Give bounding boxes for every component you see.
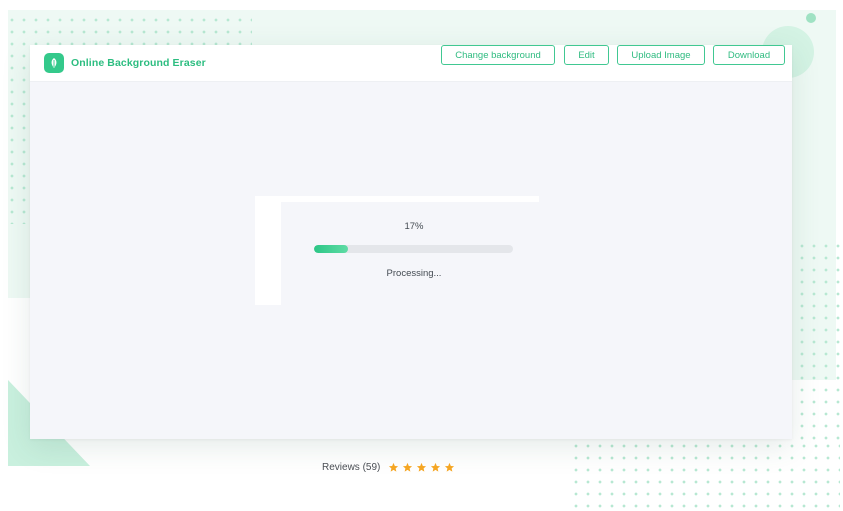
- page: Online Background Eraser Change backgrou…: [0, 0, 843, 511]
- decorative-circle-small: [806, 13, 816, 23]
- star-icon: [431, 462, 441, 472]
- reviews-label[interactable]: Reviews (59): [322, 462, 380, 473]
- star-rating: [388, 462, 455, 473]
- leaf-logo-icon: [44, 53, 64, 73]
- progress-bar-fill: [314, 245, 348, 253]
- progress-percent: 17%: [404, 221, 424, 232]
- star-icon: [445, 462, 455, 472]
- processing-card-strip: [255, 196, 281, 305]
- change-background-button[interactable]: Change background: [441, 45, 555, 65]
- progress-bar: [314, 245, 513, 253]
- upload-image-button[interactable]: Upload Image: [617, 45, 705, 65]
- dot-pattern-right: [796, 240, 840, 440]
- reviews: Reviews (59): [322, 462, 455, 473]
- star-icon: [389, 462, 399, 472]
- download-button[interactable]: Download: [713, 45, 785, 65]
- app-title: Online Background Eraser: [71, 57, 206, 69]
- brand[interactable]: Online Background Eraser: [44, 53, 206, 73]
- dot-pattern-bottom-right: [570, 440, 840, 510]
- processing-status: Processing...: [386, 268, 442, 279]
- star-icon: [403, 462, 413, 472]
- app-header: Online Background Eraser Change backgrou…: [30, 45, 792, 82]
- edit-button[interactable]: Edit: [564, 45, 609, 65]
- processing-card-top: [255, 196, 539, 202]
- star-icon: [417, 462, 427, 472]
- app-window: Online Background Eraser Change backgrou…: [30, 45, 792, 439]
